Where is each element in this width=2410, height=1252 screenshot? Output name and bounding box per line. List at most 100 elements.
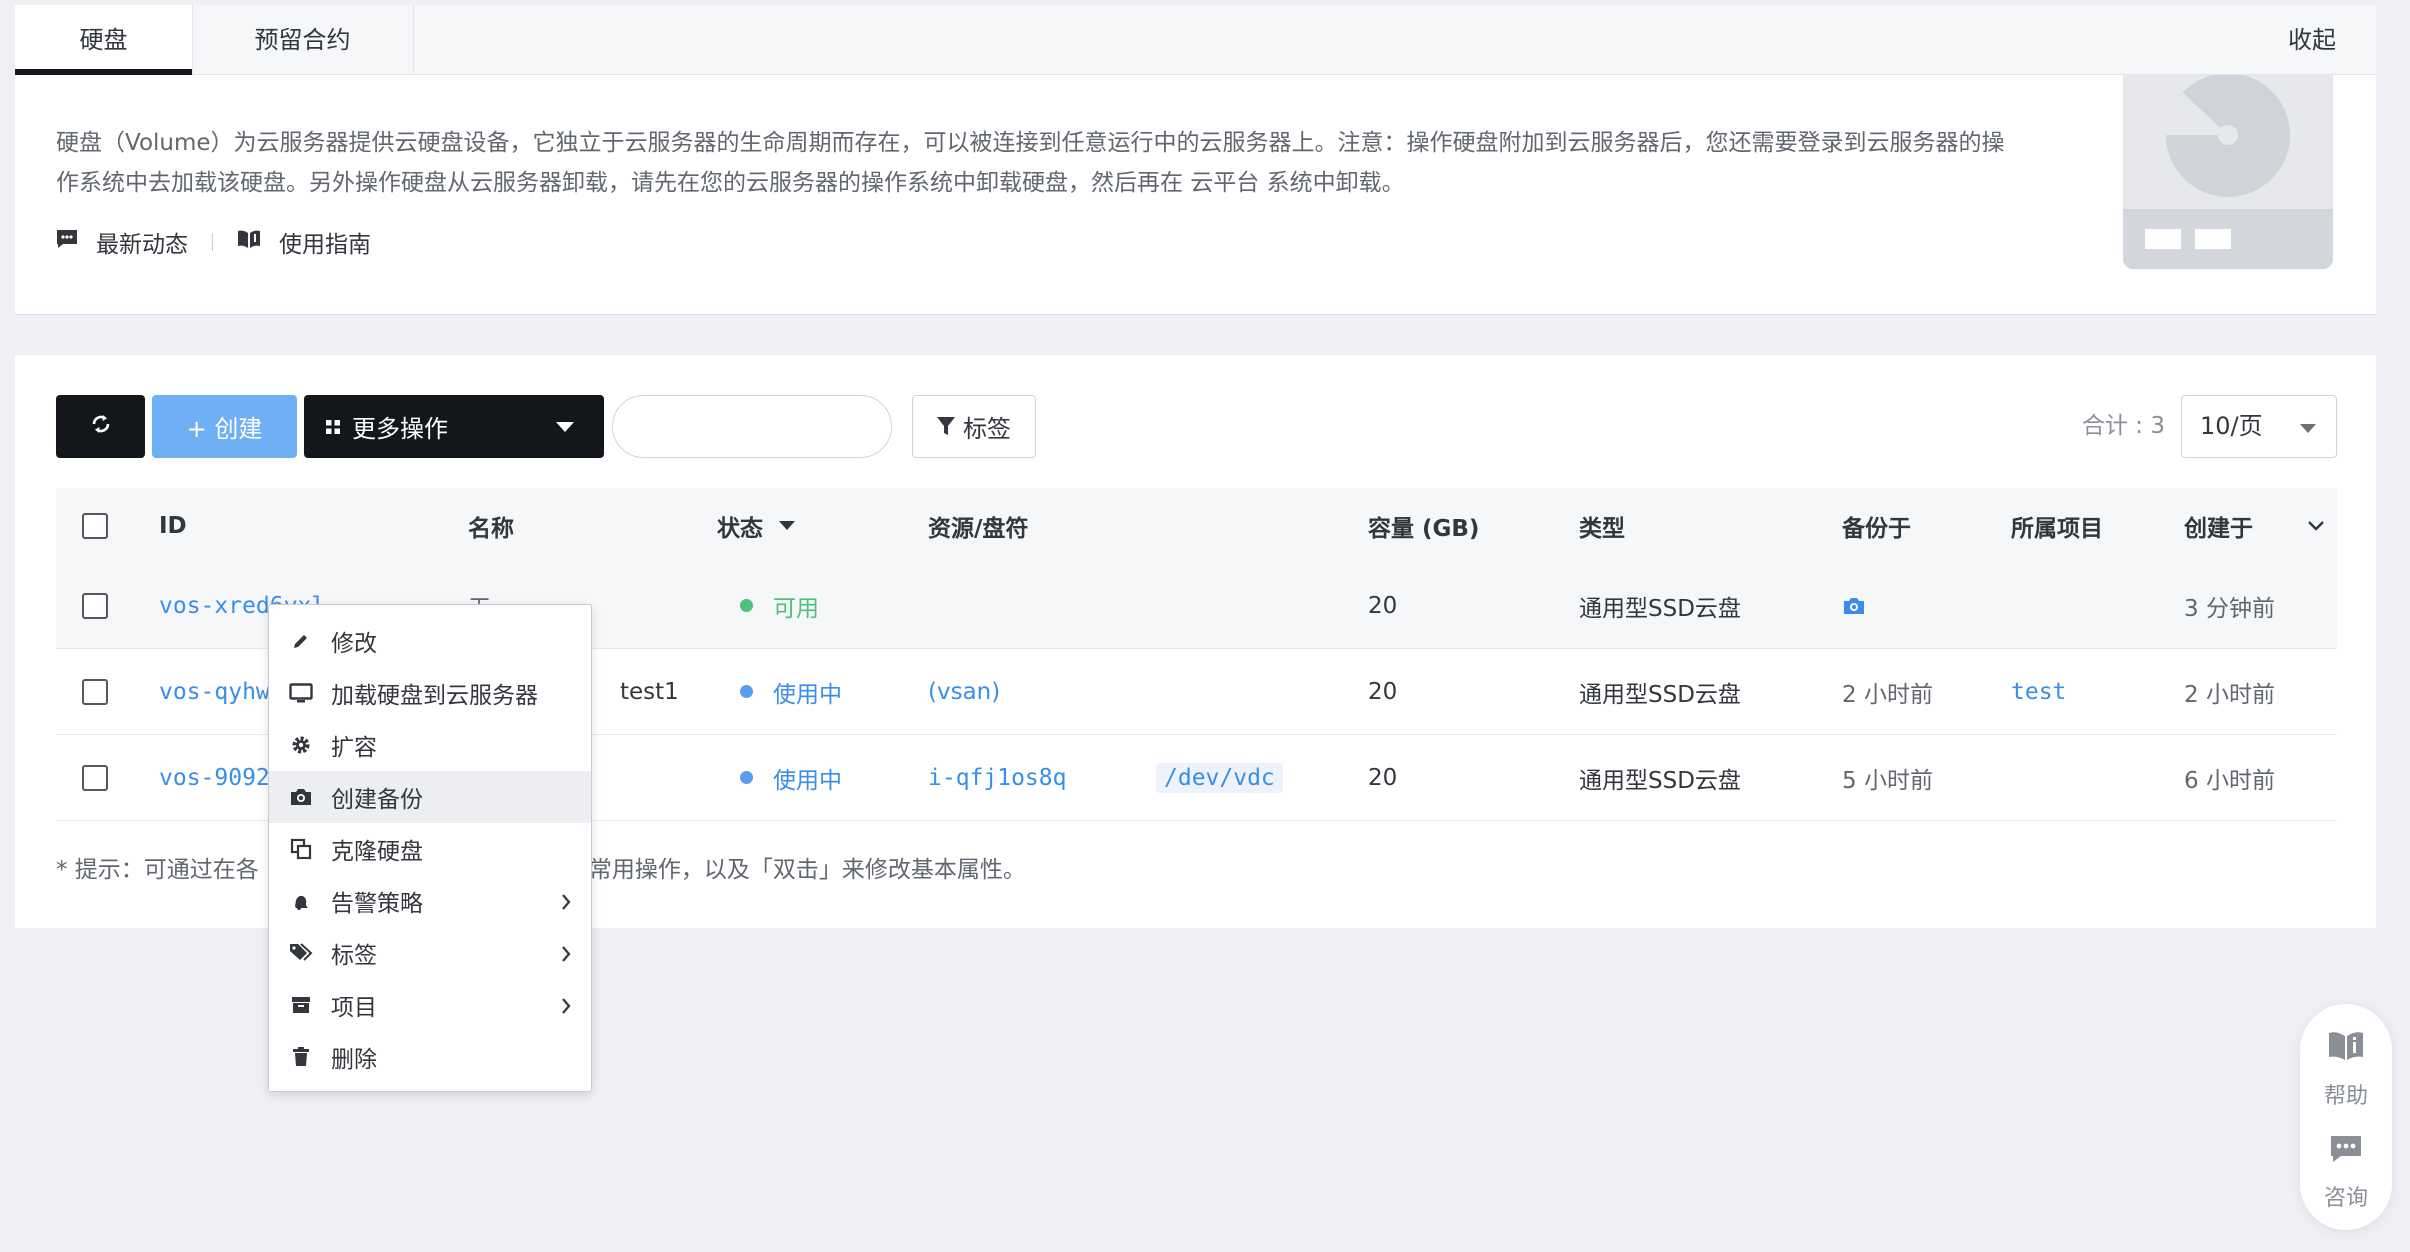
menu-item-label: 告警策略 [331,891,423,917]
latest-news-link[interactable]: 最新动态 [56,225,188,259]
gear-icon [289,733,313,757]
status-cell: 使用中 [740,649,842,734]
monitor-icon [289,681,313,705]
col-resource: 资源/盘符 [928,515,1029,542]
camera-icon[interactable] [1842,563,1866,648]
row-context-menu: 修改 加载硬盘到云服务器 扩容 创建备份 克隆硬盘 告警策略 标签 项目 删除 [268,604,592,1092]
menu-item-project[interactable]: 项目 [269,979,591,1031]
col-capacity[interactable]: 容量 (GB) [1368,488,1479,563]
chevron-right-icon [561,891,571,917]
capacity-value: 20 [1368,592,1398,619]
user-guide-link[interactable]: 使用指南 [237,225,371,259]
table-header: ID 名称 状态 资源/盘符 容量 (GB) 类型 备份于 所属项目 创建于 [56,488,2337,563]
bell-icon [289,889,313,913]
menu-item-clone[interactable]: 克隆硬盘 [269,823,591,875]
tip-prefix: * 提示：可通过在各 [56,857,259,883]
col-id[interactable]: ID [159,488,187,563]
menu-item-resize[interactable]: 扩容 [269,719,591,771]
menu-item-label: 克隆硬盘 [331,839,423,865]
select-all-checkbox[interactable] [82,512,108,539]
volume-id-link[interactable]: vos-9092 [159,735,270,820]
status-cell: 可用 [740,563,819,648]
resource-link[interactable]: (vsan) [928,649,1000,734]
volume-id-link[interactable]: vos-qyhw [159,649,270,734]
total-count: 合计 : 3 [2081,413,2165,439]
collapse-button[interactable]: 收起 [2288,5,2336,75]
project-link[interactable]: test [2011,649,2066,734]
refresh-button[interactable] [56,395,145,458]
status-text: 使用中 [773,767,842,794]
tab-divider [413,5,414,75]
camera-icon [289,785,313,809]
help-button[interactable]: 帮助 [2300,1030,2392,1110]
col-type: 类型 [1579,515,1625,542]
status-text: 使用中 [773,681,842,708]
row-checkbox[interactable] [82,764,108,791]
tag-filter-label: 标签 [963,415,1011,443]
consult-button[interactable]: 咨询 [2300,1134,2392,1212]
message-icon [56,229,78,255]
select-all-cell [82,488,108,563]
chevron-right-icon [561,943,571,969]
col-status[interactable]: 状态 [717,488,795,563]
filter-icon [937,416,955,437]
capacity-value: 20 [1368,678,1398,705]
tab-reserved-contract[interactable]: 预留合约 [192,5,413,75]
capacity-value: 20 [1368,764,1398,791]
refresh-icon [90,413,112,441]
menu-item-alert-policy[interactable]: 告警策略 [269,875,591,927]
book-icon [237,229,261,255]
link-divider [212,233,213,251]
menu-item-delete[interactable]: 删除 [269,1031,591,1083]
create-button[interactable]: + 创建 [152,395,297,458]
created-value: 2 小时前 [2184,681,2275,708]
col-created[interactable]: 创建于 [2184,488,2253,563]
type-value: 通用型SSD云盘 [1579,767,1741,794]
status-cell: 使用中 [740,735,842,820]
menu-item-edit[interactable]: 修改 [269,615,591,667]
toolbar: + 创建 更多操作 标签 合计 : 3 10/页 [56,395,2337,458]
floating-help-panel: 帮助 咨询 [2300,1004,2392,1230]
status-text: 可用 [773,595,819,622]
trash-icon [289,1045,313,1069]
filter-caret-icon[interactable] [779,521,795,530]
col-name[interactable]: 名称 [468,488,514,563]
status-dot-icon [740,599,753,612]
intro-description: 硬盘（Volume）为云服务器提供云硬盘设备，它独立于云服务器的生命周期而存在，… [56,130,2005,196]
device-path-label: /dev/vdc [1156,762,1283,793]
menu-item-attach[interactable]: 加载硬盘到云服务器 [269,667,591,719]
menu-item-label: 扩容 [331,735,377,761]
row-checkbox[interactable] [82,592,108,619]
intro-links: 最新动态 使用指南 [56,225,371,259]
help-book-icon [2300,1030,2392,1068]
col-status-label: 状态 [717,515,763,542]
column-settings-chevron-icon[interactable] [2308,488,2324,563]
type-value: 通用型SSD云盘 [1579,595,1741,622]
device-path: /dev/vdc [1156,735,1283,820]
clone-icon [289,837,313,861]
chevron-right-icon [561,995,571,1021]
page-size-select[interactable]: 10/页 [2181,395,2337,458]
more-actions-label: 更多操作 [352,415,448,443]
menu-item-label: 删除 [331,1047,377,1073]
archive-icon [289,993,313,1017]
row-checkbox[interactable] [82,678,108,705]
tag-filter-button[interactable]: 标签 [912,395,1036,458]
intro-panel: 硬盘（Volume）为云服务器提供云硬盘设备，它独立于云服务器的生命周期而存在，… [15,75,2376,315]
volume-illustration [2123,75,2333,269]
help-label: 帮助 [2323,1084,2368,1109]
menu-item-label: 加载硬盘到云服务器 [331,683,538,709]
resource-link[interactable]: i-qfj1os8q [928,735,1066,820]
menu-item-tags[interactable]: 标签 [269,927,591,979]
more-actions-dropdown[interactable]: 更多操作 [304,395,604,458]
col-backup: 备份于 [1842,515,1911,542]
chevron-down-icon [2300,424,2316,433]
backup-value: 5 小时前 [1842,767,1933,794]
menu-item-create-backup[interactable]: 创建备份 [269,771,591,823]
search-input[interactable] [612,395,892,458]
consult-label: 咨询 [2323,1186,2368,1211]
backup-value: 2 小时前 [1842,681,1933,708]
tab-volume[interactable]: 硬盘 [15,5,192,76]
page-size-value: 10/页 [2200,412,2263,440]
tab-divider [192,5,193,75]
